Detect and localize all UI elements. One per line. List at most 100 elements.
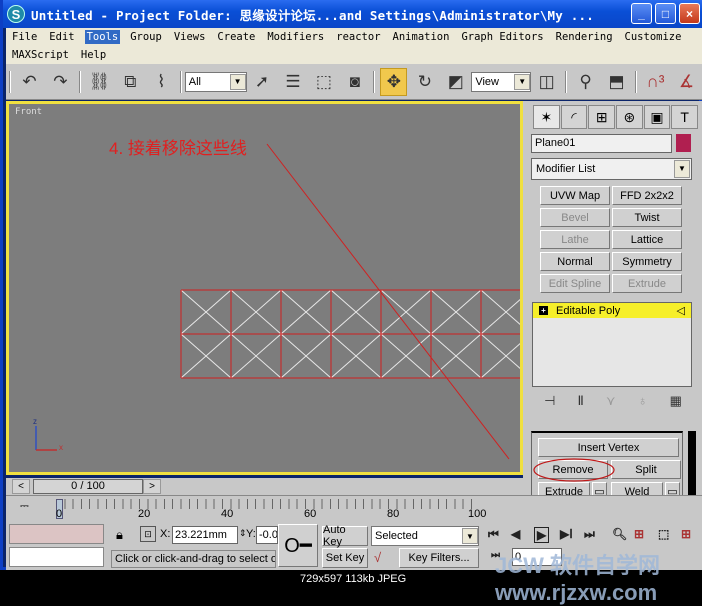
remove-modifier-icon[interactable]: ♁ xyxy=(638,393,648,409)
tick-label: 0 xyxy=(56,508,63,520)
zoom-icon[interactable]: 🔍︎ xyxy=(612,527,627,541)
menu-rendering[interactable]: Rendering xyxy=(554,30,615,44)
next-frame-icon[interactable]: ▶Ⅰ xyxy=(560,527,573,541)
object-name-field[interactable]: Plane01 xyxy=(531,134,672,153)
go-to-end-icon[interactable]: ⏭ xyxy=(584,527,595,542)
modifier-button-bevel[interactable]: Bevel xyxy=(540,208,610,227)
keyboard-shortcut-override-icon[interactable]: ⬒ xyxy=(603,68,630,96)
time-prev-button[interactable]: < xyxy=(12,479,30,494)
modifier-list-dropdown[interactable]: Modifier List ▼ xyxy=(531,158,692,180)
modifier-button-uvw-map[interactable]: UVW Map xyxy=(540,186,610,205)
expand-icon[interactable]: + xyxy=(539,306,548,315)
utilities-tab-icon[interactable]: T xyxy=(671,105,699,129)
absolute-mode-icon[interactable]: ⊡ xyxy=(140,526,156,542)
key-filters-button[interactable]: Key Filters... xyxy=(399,548,479,568)
toolbar-separator xyxy=(9,70,11,93)
unlink-icon[interactable]: ⧉ xyxy=(117,68,144,96)
menu-animation[interactable]: Animation xyxy=(391,30,452,44)
x-coordinate-field[interactable]: 23.221mm xyxy=(172,526,238,544)
pin-stack-icon[interactable]: ⊣ xyxy=(544,393,555,409)
pivot-center-icon[interactable]: ◫ xyxy=(533,68,560,96)
mesh-diagonal xyxy=(480,343,520,379)
display-tab-icon[interactable]: ▣ xyxy=(643,105,671,129)
menu-edit[interactable]: Edit xyxy=(47,30,76,44)
y-coordinate-field[interactable]: -0.0m xyxy=(256,526,278,544)
menu-bar: File Edit Tools Group Views Create Modif… xyxy=(6,28,702,64)
window-crossing-icon[interactable]: ◙ xyxy=(341,68,368,96)
set-key-mode-icon[interactable]: O━ xyxy=(278,524,318,567)
reference-coord-dropdown[interactable]: View ▼ xyxy=(471,71,532,92)
show-end-result-icon[interactable]: Ⅱ xyxy=(578,393,584,409)
select-and-rotate-icon[interactable]: ↻ xyxy=(411,68,438,96)
menu-reactor[interactable]: reactor xyxy=(334,30,382,44)
menu-tools[interactable]: Tools xyxy=(84,30,121,44)
insert-vertex-button[interactable]: Insert Vertex xyxy=(538,438,679,457)
select-object-icon[interactable]: ➚ xyxy=(249,68,276,96)
select-by-name-icon[interactable]: ☰ xyxy=(280,68,307,96)
curve-editor-icon[interactable]: ⎓ xyxy=(20,500,29,513)
go-to-start-icon[interactable]: ⏮ xyxy=(488,527,499,542)
zoom-all-icon[interactable]: ⊞ xyxy=(634,527,644,541)
redo-icon[interactable]: ↷ xyxy=(47,68,74,96)
prompt-line: Click or click-and-drag to select obj xyxy=(111,550,276,568)
modifier-button-twist[interactable]: Twist xyxy=(612,208,682,227)
time-next-button[interactable]: > xyxy=(143,479,161,494)
modifier-button-edit-spline[interactable]: Edit Spline xyxy=(540,274,610,293)
modifier-button-lathe[interactable]: Lathe xyxy=(540,230,610,249)
time-slider[interactable]: 0 / 100 xyxy=(33,479,143,494)
snap-toggle-icon[interactable]: ∩³ xyxy=(642,68,669,96)
set-key-button[interactable]: Set Key xyxy=(322,548,368,568)
toolbar-separator xyxy=(373,70,376,93)
modify-tab-icon[interactable]: ◜ xyxy=(560,105,588,129)
modifier-button-ffd[interactable]: FFD 2x2x2 xyxy=(612,186,682,205)
selection-filter-dropdown[interactable]: All ▼ xyxy=(184,71,247,92)
zoom-extents-all-icon[interactable]: ⊞ xyxy=(681,527,691,541)
modifier-button-extrude[interactable]: Extrude xyxy=(612,274,682,293)
axis-gizmo: z x xyxy=(33,417,63,452)
zoom-extents-icon[interactable]: ⬚ xyxy=(658,527,669,541)
menu-help[interactable]: Help xyxy=(79,48,108,62)
angle-snap-icon[interactable]: ∡ xyxy=(673,68,700,96)
auto-key-button[interactable]: Auto Key xyxy=(322,524,368,548)
key-mode-dropdown[interactable]: Selected ▼ xyxy=(371,526,479,546)
menu-views[interactable]: Views xyxy=(172,30,208,44)
select-and-manipulate-icon[interactable]: ⚲ xyxy=(572,68,599,96)
configure-modifier-sets-icon[interactable]: ▦ xyxy=(670,393,682,409)
menu-modifiers[interactable]: Modifiers xyxy=(265,30,326,44)
previous-frame-icon[interactable]: ◀ xyxy=(511,527,520,541)
menu-create[interactable]: Create xyxy=(215,30,257,44)
modifier-button-lattice[interactable]: Lattice xyxy=(612,230,682,249)
undo-icon[interactable]: ↶ xyxy=(16,68,43,96)
menu-graph-editors[interactable]: Graph Editors xyxy=(459,30,545,44)
menu-customize[interactable]: Customize xyxy=(623,30,684,44)
hierarchy-tab-icon[interactable]: ⊞ xyxy=(588,105,616,129)
app-icon: S xyxy=(7,5,25,23)
select-and-link-icon[interactable]: ⛓ xyxy=(86,68,113,96)
menu-file[interactable]: File xyxy=(10,30,39,44)
object-color-swatch[interactable] xyxy=(676,134,691,152)
modifier-list-label: Modifier List xyxy=(536,163,596,175)
select-and-move-icon[interactable]: ✥ xyxy=(380,67,408,96)
maximize-button[interactable]: □ xyxy=(655,3,676,24)
menu-maxscript[interactable]: MAXScript xyxy=(10,48,71,62)
maxscript-listener-mini[interactable] xyxy=(9,524,104,544)
default-tangent-icon[interactable]: √ xyxy=(374,550,381,565)
modifier-button-symmetry[interactable]: Symmetry xyxy=(612,252,682,271)
menu-group[interactable]: Group xyxy=(128,30,164,44)
stack-item-editable-poly[interactable]: + Editable Poly ◁ xyxy=(533,303,691,318)
viewport-front[interactable]: Front 4. 接着移除这些线 z x xyxy=(6,101,523,475)
create-tab-icon[interactable]: ✶ xyxy=(533,105,560,129)
track-bar[interactable]: ⎓ 0 20 40 60 80 100 xyxy=(6,495,702,522)
select-and-scale-icon[interactable]: ◩ xyxy=(442,68,469,96)
rectangular-selection-icon[interactable]: ⬚ xyxy=(310,68,337,96)
motion-tab-icon[interactable]: ⊛ xyxy=(616,105,643,129)
close-button[interactable]: × xyxy=(679,3,700,24)
modifier-button-normal[interactable]: Normal xyxy=(540,252,610,271)
bind-space-warp-icon[interactable]: ⌇ xyxy=(148,68,175,96)
make-unique-icon[interactable]: ⋎ xyxy=(606,393,616,409)
chevron-down-icon: ▼ xyxy=(514,73,531,90)
minimize-button[interactable]: _ xyxy=(631,3,652,24)
lock-icon[interactable]: 🔒︎ xyxy=(116,527,123,543)
maxscript-input-mini[interactable] xyxy=(9,547,104,567)
play-icon[interactable]: ▶ xyxy=(534,527,550,543)
